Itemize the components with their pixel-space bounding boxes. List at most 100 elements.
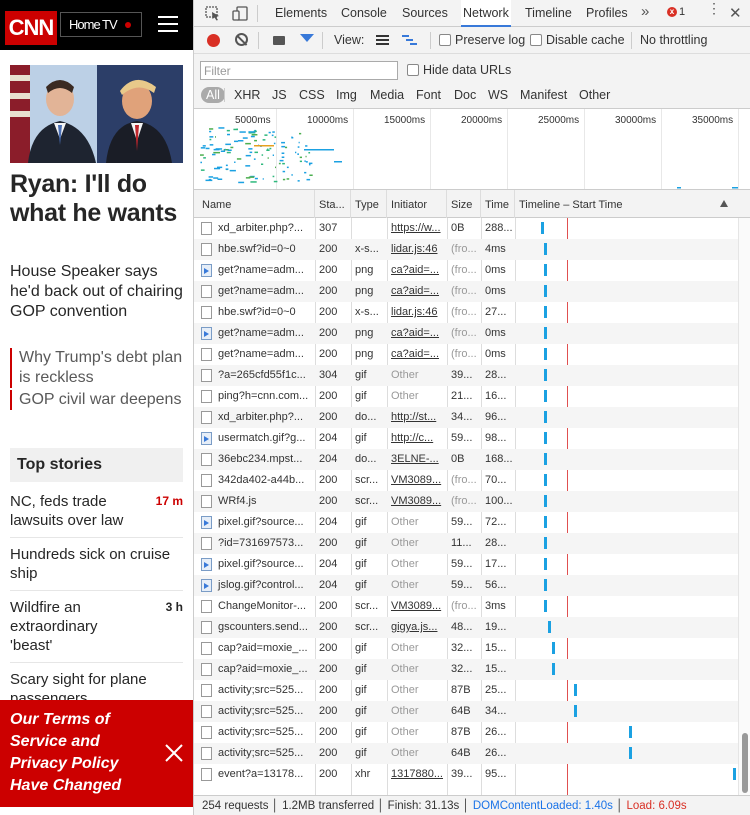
tab-profiles[interactable]: Profiles bbox=[584, 0, 630, 27]
hamburger-menu-icon[interactable] bbox=[158, 16, 178, 32]
preserve-log-label[interactable]: Preserve log bbox=[455, 33, 525, 47]
table-row[interactable]: activity;src=525... 200 gif Other 87B 26... bbox=[194, 722, 738, 743]
table-row[interactable]: ?a=265cfd55f1c... 304 gif Other 39... 28... bbox=[194, 365, 738, 386]
hide-data-urls-label[interactable]: Hide data URLs bbox=[423, 63, 511, 77]
filter-type-css[interactable]: CSS bbox=[299, 87, 325, 103]
overview-icon[interactable] bbox=[402, 35, 417, 45]
headline[interactable]: Ryan: I'll do what he wants bbox=[10, 170, 188, 228]
record-icon[interactable] bbox=[207, 34, 220, 47]
cell-initiator[interactable]: ca?aid=... bbox=[387, 281, 447, 302]
cell-initiator[interactable]: VM3089... bbox=[387, 491, 447, 512]
table-row[interactable]: 36ebc234.mpst... 204 do... 3ELNE-... 0B 168..… bbox=[194, 449, 738, 470]
filter-input[interactable] bbox=[200, 61, 398, 80]
throttling-select[interactable]: No throttling bbox=[640, 33, 707, 47]
filter-type-img[interactable]: Img bbox=[336, 87, 357, 103]
preserve-log-checkbox[interactable] bbox=[439, 34, 451, 46]
col-initiator[interactable]: Initiator bbox=[387, 190, 447, 218]
cell-initiator[interactable]: lidar.js:46 bbox=[387, 239, 447, 260]
edition-selector[interactable]: Home TV bbox=[60, 12, 142, 37]
filter-type-xhr[interactable]: XHR bbox=[234, 87, 260, 103]
filter-type-manifest[interactable]: Manifest bbox=[520, 87, 567, 103]
filter-type-media[interactable]: Media bbox=[370, 87, 404, 103]
scrollbar-thumb[interactable] bbox=[742, 733, 748, 793]
col-timeline[interactable]: Timeline – Start Time bbox=[515, 190, 750, 218]
hide-data-urls-checkbox[interactable] bbox=[407, 64, 419, 76]
device-toolbar-icon[interactable] bbox=[232, 6, 248, 21]
cell-initiator[interactable]: gigya.js... bbox=[387, 617, 447, 638]
col-status[interactable]: Sta... bbox=[315, 190, 351, 218]
clear-icon[interactable] bbox=[235, 33, 248, 46]
cell-initiator[interactable]: lidar.js:46 bbox=[387, 302, 447, 323]
filter-type-js[interactable]: JS bbox=[272, 87, 287, 103]
table-row[interactable]: hbe.swf?id=0~0 200 x-s... lidar.js:46 (fro..… bbox=[194, 302, 738, 323]
related-link[interactable]: GOP civil war deepens bbox=[10, 390, 188, 410]
cell-initiator[interactable]: 1317880... bbox=[387, 764, 447, 785]
table-row[interactable]: activity;src=525... 200 gif Other 64B 34... bbox=[194, 701, 738, 722]
table-row[interactable]: xd_arbiter.php?... 200 do... http://st... 34… bbox=[194, 407, 738, 428]
more-options-icon[interactable]: ⋮ bbox=[707, 1, 721, 15]
error-count[interactable]: 1 bbox=[679, 6, 685, 18]
tab-timeline[interactable]: Timeline bbox=[523, 0, 574, 27]
cell-initiator[interactable]: http://st... bbox=[387, 407, 447, 428]
cell-initiator[interactable]: ca?aid=... bbox=[387, 344, 447, 365]
close-icon[interactable] bbox=[163, 742, 185, 764]
cell-initiator[interactable]: VM3089... bbox=[387, 596, 447, 617]
col-time[interactable]: Time bbox=[481, 190, 515, 218]
table-row[interactable]: pixel.gif?source... 204 gif Other 59... 72... bbox=[194, 512, 738, 533]
table-row[interactable]: event?a=13178... 200 xhr 1317880... 39... 95.… bbox=[194, 764, 738, 785]
inspect-element-icon[interactable] bbox=[205, 6, 221, 21]
cell-initiator[interactable]: http://c... bbox=[387, 428, 447, 449]
cell-initiator[interactable]: 3ELNE-... bbox=[387, 449, 447, 470]
cell-initiator[interactable]: https://w... bbox=[387, 218, 447, 239]
story-item[interactable]: Hundreds sick on cruise ship bbox=[10, 545, 188, 583]
table-row[interactable]: xd_arbiter.php?... 307 https://w... 0B 288..… bbox=[194, 218, 738, 239]
table-row[interactable]: get?name=adm... 200 png ca?aid=... (fro... 0m… bbox=[194, 260, 738, 281]
filter-type-doc[interactable]: Doc bbox=[454, 87, 476, 103]
filter-type-all[interactable]: All bbox=[201, 87, 225, 103]
terms-banner[interactable]: Our Terms of Service and Privacy Policy … bbox=[0, 700, 193, 807]
tab-network[interactable]: Network bbox=[461, 0, 511, 27]
table-row[interactable]: usermatch.gif?g... 204 gif http://c... 59...… bbox=[194, 428, 738, 449]
table-row[interactable]: ChangeMonitor-... 200 scr... VM3089... (fro.… bbox=[194, 596, 738, 617]
table-row[interactable]: ?id=731697573... 200 gif Other 11... 28... bbox=[194, 533, 738, 554]
tab-console[interactable]: Console bbox=[339, 0, 389, 27]
filter-type-other[interactable]: Other bbox=[579, 87, 610, 103]
col-type[interactable]: Type bbox=[351, 190, 387, 218]
col-name[interactable]: Name bbox=[198, 190, 315, 218]
table-row[interactable]: activity;src=525... 200 gif Other 87B 25... bbox=[194, 680, 738, 701]
error-icon[interactable]: x bbox=[667, 7, 677, 17]
table-row[interactable]: gscounters.send... 200 scr... gigya.js... 48… bbox=[194, 617, 738, 638]
table-row[interactable]: WRf4.js 200 scr... VM3089... (fro... 100... bbox=[194, 491, 738, 512]
close-icon[interactable]: ✕ bbox=[729, 4, 742, 22]
table-row[interactable]: jslog.gif?control... 204 gif Other 59... 56..… bbox=[194, 575, 738, 596]
hero-image[interactable] bbox=[10, 65, 183, 163]
table-row[interactable]: cap?aid=moxie_... 200 gif Other 32... 15... bbox=[194, 659, 738, 680]
table-row[interactable]: ping?h=cnn.com... 200 gif Other 21... 16... bbox=[194, 386, 738, 407]
table-row[interactable]: get?name=adm... 200 png ca?aid=... (fro... 0m… bbox=[194, 281, 738, 302]
table-row[interactable]: 342da402-a44b... 200 scr... VM3089... (fro..… bbox=[194, 470, 738, 491]
tab-sources[interactable]: Sources bbox=[400, 0, 450, 27]
story-item[interactable]: NC, feds trade lawsuits over law 17 m bbox=[10, 492, 188, 530]
table-row[interactable]: get?name=adm... 200 png ca?aid=... (fro... 0m… bbox=[194, 323, 738, 344]
tab-elements[interactable]: Elements bbox=[273, 0, 329, 27]
table-row[interactable]: hbe.swf?id=0~0 200 x-s... lidar.js:46 (fro..… bbox=[194, 239, 738, 260]
cell-initiator[interactable]: VM3089... bbox=[387, 470, 447, 491]
filter-icon[interactable] bbox=[300, 34, 314, 42]
cell-initiator[interactable]: ca?aid=... bbox=[387, 260, 447, 281]
table-row[interactable]: pixel.gif?source... 204 gif Other 59... 17... bbox=[194, 554, 738, 575]
filter-type-font[interactable]: Font bbox=[416, 87, 441, 103]
table-row[interactable]: get?name=adm... 200 png ca?aid=... (fro... 0m… bbox=[194, 344, 738, 365]
cell-initiator[interactable]: ca?aid=... bbox=[387, 323, 447, 344]
filter-type-ws[interactable]: WS bbox=[488, 87, 508, 103]
table-row[interactable]: activity;src=525... 200 gif Other 64B 26... bbox=[194, 743, 738, 764]
timeline-overview[interactable]: 5000ms 10000ms 15000ms 20000ms 25000ms 3… bbox=[194, 109, 750, 190]
disable-cache-label[interactable]: Disable cache bbox=[546, 33, 625, 47]
headline-summary[interactable]: House Speaker says he'd back out of chai… bbox=[10, 262, 188, 322]
vertical-scrollbar[interactable] bbox=[738, 218, 750, 795]
more-tabs-icon[interactable]: » bbox=[641, 3, 649, 20]
capture-screenshots-icon[interactable] bbox=[273, 36, 285, 45]
related-link[interactable]: Why Trump's debt plan is reckless bbox=[10, 348, 188, 388]
disable-cache-checkbox[interactable] bbox=[530, 34, 542, 46]
col-size[interactable]: Size bbox=[447, 190, 481, 218]
story-item[interactable]: Wildfire an extraordinary 'beast' 3 h bbox=[10, 598, 188, 655]
